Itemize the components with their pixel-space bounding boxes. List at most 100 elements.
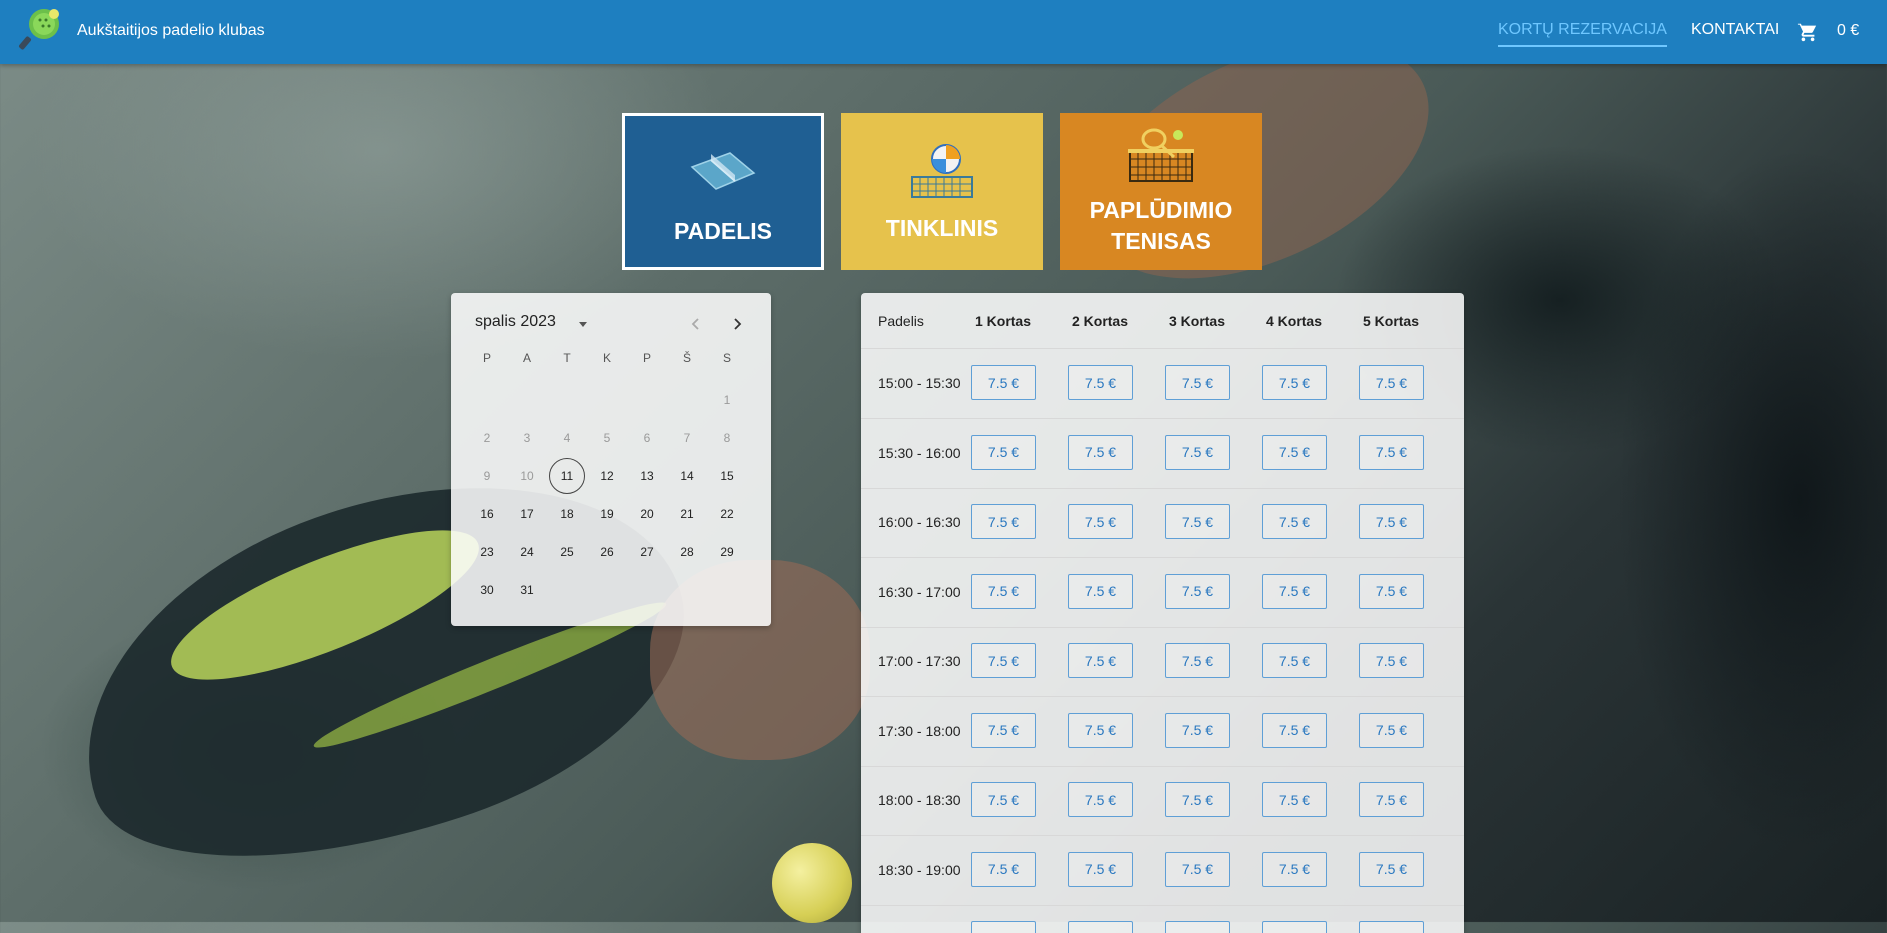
reserve-slot-button[interactable]: 7.5 € <box>1165 434 1230 470</box>
calendar-day[interactable]: 20 <box>627 495 667 533</box>
schedule-row: 15:00 - 15:30 7.5 € 7.5 € 7.5 € 7.5 € 7.5 € <box>861 349 1464 419</box>
sport-card-label: PADELIS <box>674 218 772 244</box>
sport-card-volleyball[interactable]: TINKLINIS <box>841 113 1043 270</box>
reserve-slot-button[interactable]: 7.5 € <box>1068 712 1133 748</box>
time-slot-label: 17:00 - 17:30 <box>878 653 961 669</box>
reserve-slot-button[interactable]: 7.5 € <box>1262 921 1327 933</box>
reserve-slot-button[interactable]: 7.5 € <box>971 434 1036 470</box>
reserve-slot-button[interactable]: 7.5 € <box>1068 365 1133 400</box>
reserve-slot-button[interactable]: 7.5 € <box>1359 782 1424 817</box>
reserve-slot-button[interactable]: 7.5 € <box>1262 643 1327 678</box>
time-slot-label: 18:30 - 19:00 <box>878 861 961 878</box>
sport-card-beach-tennis[interactable]: PAPLŪDIMIO TENISAS <box>1060 113 1262 270</box>
calendar-day[interactable]: 14 <box>667 457 707 495</box>
calendar-day[interactable]: 11 <box>547 457 587 495</box>
reserve-slot-button[interactable]: 7.5 € <box>1262 851 1327 887</box>
reserve-slot-button[interactable]: 7.5 € <box>971 851 1036 887</box>
chevron-right-icon[interactable] <box>728 315 746 333</box>
nav-court-reservation[interactable]: KORTŲ REZERVACIJA <box>1498 21 1667 47</box>
reserve-slot-button[interactable]: 7.5 € <box>1068 643 1133 678</box>
reserve-slot-button[interactable]: 7.5 € <box>1165 782 1230 817</box>
reserve-slot-button[interactable]: 7.5 € <box>1068 573 1133 609</box>
padel-racket-logo-icon[interactable] <box>18 6 64 52</box>
time-slot-label: 16:00 - 16:30 <box>878 514 961 530</box>
calendar-day: 4 <box>563 431 571 445</box>
calendar-day[interactable]: 23 <box>467 533 507 571</box>
calendar-day[interactable]: 29 <box>707 533 747 571</box>
reserve-slot-button[interactable]: 7.5 € <box>1165 643 1230 678</box>
court-column-header: 2 Kortas <box>1071 313 1129 329</box>
calendar-day: 6 <box>643 431 651 445</box>
chevron-left-icon[interactable] <box>687 315 705 333</box>
reserve-slot-button[interactable]: 7.5 € <box>1068 434 1133 470</box>
calendar-day[interactable]: 30 <box>467 571 507 609</box>
calendar-day[interactable]: 27 <box>627 533 667 571</box>
reserve-slot-button[interactable]: 7.5 € <box>1359 504 1424 539</box>
reserve-slot-button[interactable]: 7.5 € <box>1165 365 1230 400</box>
reserve-slot-button[interactable]: 7.5 € <box>971 573 1036 609</box>
calendar-day[interactable]: 13 <box>627 457 667 495</box>
reserve-slot-button[interactable]: 7.5 € <box>1068 782 1133 817</box>
reserve-slot-button[interactable]: 7.5 € <box>1262 365 1327 400</box>
reserve-slot-button[interactable]: 7.5 € <box>971 712 1036 748</box>
calendar-day[interactable]: 26 <box>587 533 627 571</box>
nav-contacts[interactable]: KONTAKTAI <box>1691 21 1779 39</box>
reserve-slot-button[interactable]: 7.5 € <box>1165 712 1230 748</box>
cart-total[interactable]: 0 € <box>1837 22 1859 40</box>
sport-column-header: Padelis <box>878 313 924 329</box>
reserve-slot-button[interactable]: 7.5 € <box>1262 712 1327 748</box>
schedule-row: 17:00 - 17:30 7.5 € 7.5 € 7.5 € 7.5 € 7.5 € <box>861 627 1464 697</box>
reserve-slot-button[interactable]: 7.5 € <box>971 504 1036 539</box>
reserve-slot-button[interactable]: 7.5 € <box>1359 643 1424 678</box>
reserve-slot-button[interactable]: 7.5 € <box>1359 921 1424 933</box>
caret-down-icon[interactable] <box>576 317 590 331</box>
calendar-day[interactable]: 31 <box>507 571 547 609</box>
calendar-day[interactable]: 22 <box>707 495 747 533</box>
schedule-header: Padelis 1 Kortas 2 Kortas 3 Kortas 4 Kortas… <box>861 293 1464 349</box>
reserve-slot-button[interactable]: 7.5 € <box>1359 712 1424 748</box>
reserve-slot-button[interactable]: 7.5 € <box>1262 782 1327 817</box>
calendar-day: 5 <box>603 431 611 445</box>
reserve-slot-button[interactable]: 7.5 € <box>1359 434 1424 470</box>
schedule-row: 17:30 - 18:00 7.5 € 7.5 € 7.5 € 7.5 € 7.5 € <box>861 697 1464 767</box>
reserve-slot-button[interactable]: 7.5 € <box>1068 921 1133 933</box>
sport-card-label: TINKLINIS <box>885 215 999 241</box>
reserve-slot-button[interactable]: 7.5 € <box>1165 504 1230 539</box>
schedule-row: 18:30 - 19:00 7.5 € 7.5 € 7.5 € 7.5 € 7.5 € <box>861 836 1464 906</box>
calendar-day[interactable]: 19 <box>587 495 627 533</box>
reserve-slot-button[interactable]: 7.5 € <box>971 643 1036 678</box>
reserve-slot-button[interactable]: 7.5 € <box>1165 573 1230 609</box>
time-slot-label: 17:30 - 18:00 <box>878 722 961 739</box>
weekday-label: A <box>522 351 531 365</box>
calendar-day[interactable]: 15 <box>707 457 747 495</box>
reserve-slot-button[interactable]: 7.5 € <box>971 921 1036 933</box>
brand-name[interactable]: Aukštaitijos padelio klubas <box>77 22 265 40</box>
calendar-day[interactable]: 24 <box>507 533 547 571</box>
shopping-cart-icon[interactable] <box>1797 21 1819 43</box>
reserve-slot-button[interactable]: 7.5 € <box>971 365 1036 400</box>
reserve-slot-button[interactable]: 7.5 € <box>1068 851 1133 887</box>
calendar-day[interactable]: 17 <box>507 495 547 533</box>
reserve-slot-button[interactable]: 7.5 € <box>1262 434 1327 470</box>
reserve-slot-button[interactable]: 7.5 € <box>1359 573 1424 609</box>
calendar-day[interactable]: 12 <box>587 457 627 495</box>
month-year-label[interactable]: spalis 2023 <box>475 313 556 331</box>
reserve-slot-button[interactable]: 7.5 € <box>1068 504 1133 539</box>
reserve-slot-button[interactable]: 7.5 € <box>1262 573 1327 609</box>
reserve-slot-button[interactable]: 7.5 € <box>971 782 1036 817</box>
weekday-label: Š <box>682 351 691 365</box>
calendar-day[interactable]: 25 <box>547 533 587 571</box>
reserve-slot-button[interactable]: 7.5 € <box>1359 851 1424 887</box>
calendar-day[interactable]: 21 <box>667 495 707 533</box>
reserve-slot-button[interactable]: 7.5 € <box>1165 921 1230 933</box>
reserve-slot-button[interactable]: 7.5 € <box>1262 504 1327 539</box>
background-ball <box>772 843 852 923</box>
court-column-header: 1 Kortas <box>974 313 1032 329</box>
top-app-bar: Aukštaitijos padelio klubas KORTŲ REZERV… <box>0 0 1887 64</box>
reserve-slot-button[interactable]: 7.5 € <box>1359 365 1424 400</box>
sport-card-padel[interactable]: PADELIS <box>622 113 824 270</box>
calendar-day[interactable]: 28 <box>667 533 707 571</box>
reserve-slot-button[interactable]: 7.5 € <box>1165 851 1230 887</box>
calendar-day[interactable]: 18 <box>547 495 587 533</box>
calendar-day[interactable]: 16 <box>467 495 507 533</box>
